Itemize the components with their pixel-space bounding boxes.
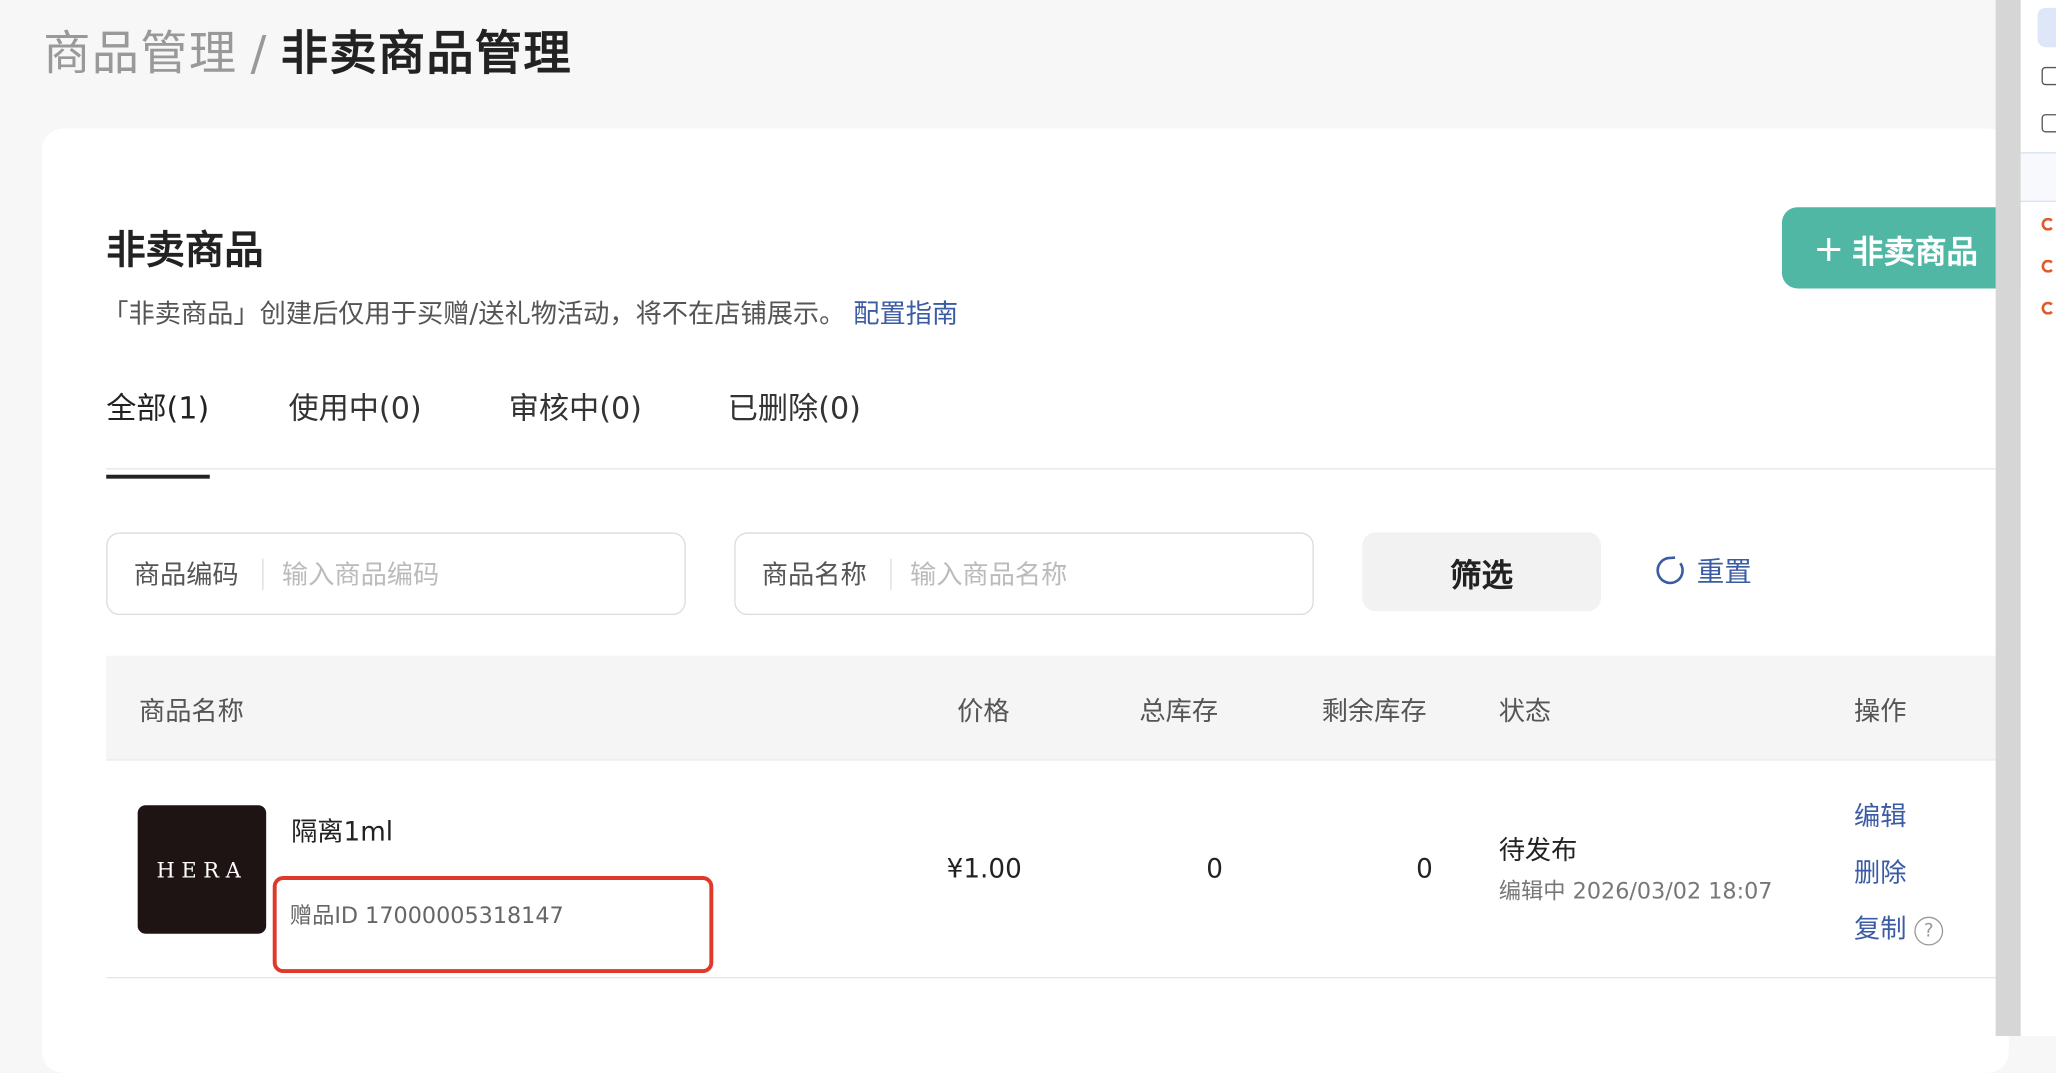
remaining-stock: 0 — [1416, 852, 1433, 884]
tab-reviewing[interactable]: 审核中(0) — [509, 383, 642, 477]
reset-button[interactable]: 重置 — [1655, 551, 1752, 590]
column-price: 价格 — [957, 695, 1010, 727]
column-status: 状态 — [1498, 695, 1552, 727]
page-title: 非卖商品管理 — [280, 27, 572, 82]
column-remaining-stock: 剩余库存 — [1321, 695, 1427, 727]
breadcrumb-parent[interactable]: 商品管理 — [43, 28, 237, 82]
side-panel-item-icon — [2041, 259, 2055, 273]
column-total-stock: 总库存 — [1139, 695, 1219, 727]
product-code-label: 商品编码 — [108, 558, 264, 590]
reset-label: 重置 — [1696, 556, 1752, 588]
status-detail: 编辑中 2026/03/02 18:07 — [1498, 878, 1773, 905]
description-text: 「非卖商品」创建后仅用于买赠/送礼物活动，将不在店铺展示。 — [102, 297, 846, 330]
side-panel-chip[interactable] — [2037, 7, 2056, 48]
gift-id-highlight-box — [272, 876, 714, 974]
table-row: HERA 隔离1ml 赠品ID 17000005318147 ¥1.00 0 0… — [106, 761, 2008, 979]
question-circle-icon[interactable]: ? — [1914, 916, 1944, 945]
breadcrumb: 商品管理 / 非卖商品管理 — [43, 16, 572, 84]
product-name-filter: 商品名称 — [734, 532, 1314, 616]
breadcrumb-separator: / — [250, 27, 268, 82]
side-panel-header-row — [2020, 152, 2056, 202]
product-thumbnail: HERA — [137, 805, 267, 934]
add-button-label: 非卖商品 — [1852, 232, 1978, 270]
side-scrollbar[interactable] — [1995, 0, 2020, 1037]
side-panel-checkbox[interactable] — [2041, 114, 2056, 133]
delete-link[interactable]: 删除 — [1854, 851, 1906, 889]
side-panel-checkbox[interactable] — [2041, 66, 2056, 86]
side-panel — [2019, 0, 2056, 1037]
edit-link[interactable]: 编辑 — [1854, 795, 1906, 833]
product-name-label: 商品名称 — [736, 558, 892, 590]
tab-all[interactable]: 全部(1) — [106, 383, 209, 479]
plus-icon: + — [1813, 226, 1845, 270]
column-actions: 操作 — [1854, 695, 1907, 727]
table-header: 商品名称 价格 总库存 剩余库存 状态 操作 — [106, 655, 2008, 761]
tab-deleted[interactable]: 已删除(0) — [728, 383, 861, 477]
main-card: 非卖商品 「非卖商品」创建后仅用于买赠/送礼物活动，将不在店铺展示。 配置指南 +… — [41, 128, 2045, 1073]
section-description: 「非卖商品」创建后仅用于买赠/送礼物活动，将不在店铺展示。 配置指南 — [102, 292, 958, 330]
copy-action: 复制? — [1854, 907, 1944, 945]
thumbnail-logo-text: HERA — [156, 856, 248, 882]
column-product-name: 商品名称 — [138, 695, 244, 727]
total-stock: 0 — [1206, 852, 1224, 884]
status-label: 待发布 — [1498, 834, 1578, 866]
product-code-input[interactable] — [281, 558, 623, 590]
status-tabs: 全部(1) 使用中(0) 审核中(0) 已删除(0) — [106, 375, 2008, 479]
tab-in-use[interactable]: 使用中(0) — [288, 383, 421, 477]
refresh-icon — [1656, 556, 1684, 585]
product-code-filter: 商品编码 — [106, 532, 686, 616]
product-price: ¥1.00 — [946, 852, 1022, 884]
side-panel-item-icon — [2041, 301, 2055, 315]
product-name-input[interactable] — [909, 558, 1251, 590]
section-title: 非卖商品 — [106, 228, 264, 275]
page: 商品管理 / 非卖商品管理 非卖商品 「非卖商品」创建后仅用于买赠/送礼物活动，将不… — [0, 0, 2056, 1073]
copy-link[interactable]: 复制 — [1854, 913, 1906, 944]
filter-button[interactable]: 筛选 — [1362, 532, 1601, 612]
product-name: 隔离1ml — [291, 815, 394, 848]
guide-link[interactable]: 配置指南 — [853, 298, 958, 329]
side-panel-item-icon — [2041, 217, 2055, 231]
